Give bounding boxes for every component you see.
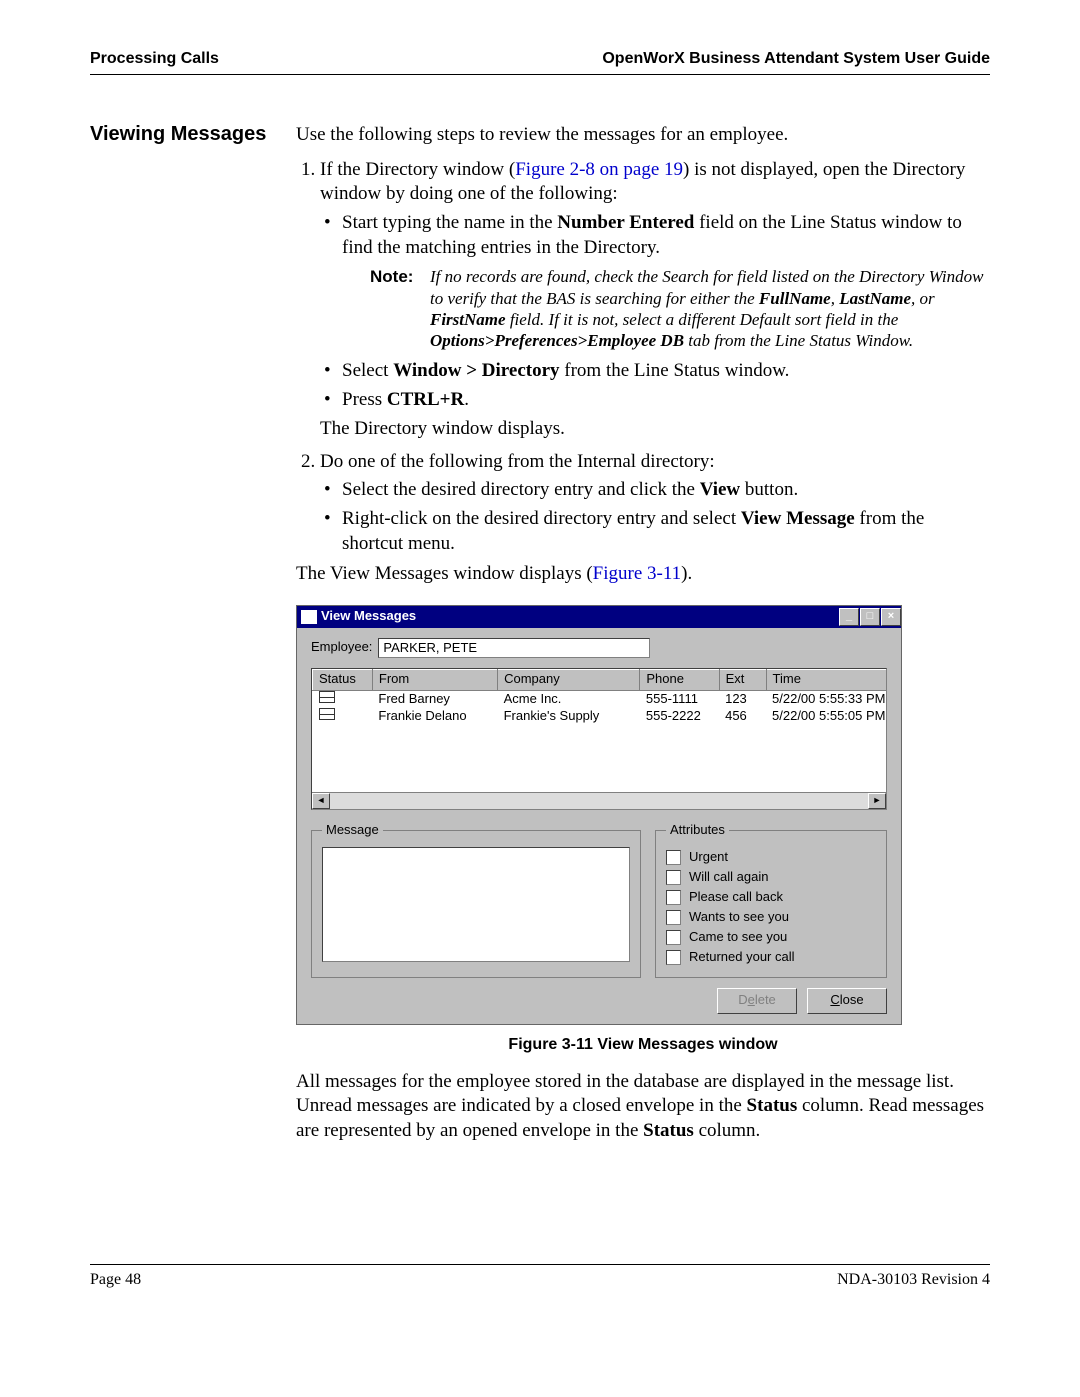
content-row: Viewing Messages Use the following steps… xyxy=(90,123,990,1144)
col-time[interactable]: Time xyxy=(766,669,887,690)
steps-list: If the Directory window (Figure 2-8 on p… xyxy=(296,158,990,557)
note-label: Note: xyxy=(370,266,430,351)
body-paragraph: All messages for the employee stored in … xyxy=(296,1070,990,1144)
window-body: Employee: PARKER, PETE Status From Compa… xyxy=(297,628,901,1024)
col-phone[interactable]: Phone xyxy=(640,669,719,690)
note-text: If no records are found, check the Searc… xyxy=(430,266,990,351)
figure-caption: Figure 3-11 View Messages window xyxy=(296,1035,990,1056)
bullet-ctrl-r: Press CTRL+R. xyxy=(342,388,990,413)
bullet-view-button: Select the desired directory entry and c… xyxy=(342,478,990,503)
header-right: OpenWorX Business Attendant System User … xyxy=(602,50,990,68)
content-body: Use the following steps to review the me… xyxy=(296,123,990,1144)
window-title: View Messages xyxy=(321,608,838,625)
intro-text: Use the following steps to review the me… xyxy=(296,123,990,148)
employee-row: Employee: PARKER, PETE xyxy=(311,638,887,658)
footer-right: NDA-30103 Revision 4 xyxy=(837,1271,990,1289)
figure-2-8-link[interactable]: Figure 2-8 on page 19 xyxy=(515,159,683,180)
section-title: Viewing Messages xyxy=(90,123,296,1144)
envelope-icon xyxy=(319,691,335,703)
minimize-button[interactable]: _ xyxy=(839,608,859,626)
bullet-number-entered: Start typing the name in the Number Ente… xyxy=(342,211,990,351)
message-textarea[interactable] xyxy=(322,847,630,962)
attr-will-call-again[interactable]: Will call again xyxy=(666,869,876,887)
attr-please-call-back[interactable]: Please call back xyxy=(666,889,876,907)
employee-label: Employee: xyxy=(311,639,372,656)
step1-bullets: Start typing the name in the Number Ente… xyxy=(320,211,990,413)
checkbox-icon[interactable] xyxy=(666,930,681,945)
message-fieldset: Message xyxy=(311,822,641,978)
delete-button[interactable]: Delete xyxy=(717,988,797,1014)
messages-table: Status From Company Phone Ext Time Fred xyxy=(312,669,887,725)
envelope-icon xyxy=(319,708,335,720)
page-header: Processing Calls OpenWorX Business Atten… xyxy=(90,50,990,75)
lower-panels: Message Attributes Urgent Will call agai… xyxy=(311,822,887,978)
attr-returned-your-call[interactable]: Returned your call xyxy=(666,949,876,967)
table-row[interactable]: Frankie Delano Frankie's Supply 555-2222… xyxy=(313,708,888,725)
button-row: Delete Close xyxy=(311,988,887,1014)
window-buttons: _ □ × xyxy=(838,608,901,626)
page: Processing Calls OpenWorX Business Atten… xyxy=(0,0,1080,1329)
note-block: Note: If no records are found, check the… xyxy=(370,266,990,351)
message-legend: Message xyxy=(322,822,383,839)
window-close-button[interactable]: × xyxy=(881,608,901,626)
checkbox-icon[interactable] xyxy=(666,870,681,885)
step-1: If the Directory window (Figure 2-8 on p… xyxy=(320,158,990,442)
horizontal-scrollbar[interactable]: ◄ ► xyxy=(312,792,886,809)
attributes-fieldset: Attributes Urgent Will call again Please… xyxy=(655,822,887,978)
titlebar[interactable]: View Messages _ □ × xyxy=(297,606,901,628)
checkbox-icon[interactable] xyxy=(666,950,681,965)
after-step1: The Directory window displays. xyxy=(320,417,990,442)
step2-bullets: Select the desired directory entry and c… xyxy=(320,478,990,556)
table-header-row: Status From Company Phone Ext Time xyxy=(313,669,888,690)
col-company[interactable]: Company xyxy=(498,669,640,690)
checkbox-icon[interactable] xyxy=(666,910,681,925)
figure-3-11-link[interactable]: Figure 3-11 xyxy=(593,563,681,584)
view-messages-window: View Messages _ □ × Employee: PARKER, PE… xyxy=(296,605,902,1025)
attr-urgent[interactable]: Urgent xyxy=(666,849,876,867)
window-icon xyxy=(301,610,317,624)
maximize-button[interactable]: □ xyxy=(860,608,880,626)
checkbox-icon[interactable] xyxy=(666,890,681,905)
step-2: Do one of the following from the Interna… xyxy=(320,450,990,557)
bullet-window-directory: Select Window > Directory from the Line … xyxy=(342,359,990,384)
messages-grid[interactable]: Status From Company Phone Ext Time Fred xyxy=(311,668,887,810)
checkbox-icon[interactable] xyxy=(666,850,681,865)
employee-field[interactable]: PARKER, PETE xyxy=(378,638,650,658)
bullet-view-message: Right-click on the desired directory ent… xyxy=(342,507,990,556)
view-messages-displays: The View Messages window displays (Figur… xyxy=(296,562,990,587)
scroll-left-icon[interactable]: ◄ xyxy=(312,793,330,809)
scroll-right-icon[interactable]: ► xyxy=(868,793,886,809)
footer-left: Page 48 xyxy=(90,1271,141,1289)
col-from[interactable]: From xyxy=(372,669,497,690)
header-left: Processing Calls xyxy=(90,50,219,68)
table-row[interactable]: Fred Barney Acme Inc. 555-1111 123 5/22/… xyxy=(313,690,888,707)
col-ext[interactable]: Ext xyxy=(719,669,766,690)
attr-wants-to-see-you[interactable]: Wants to see you xyxy=(666,909,876,927)
col-status[interactable]: Status xyxy=(313,669,373,690)
figure-3-11: View Messages _ □ × Employee: PARKER, PE… xyxy=(296,605,990,1056)
attr-came-to-see-you[interactable]: Came to see you xyxy=(666,929,876,947)
close-button[interactable]: Close xyxy=(807,988,887,1014)
attributes-legend: Attributes xyxy=(666,822,729,839)
page-footer: Page 48 NDA-30103 Revision 4 xyxy=(90,1264,990,1289)
